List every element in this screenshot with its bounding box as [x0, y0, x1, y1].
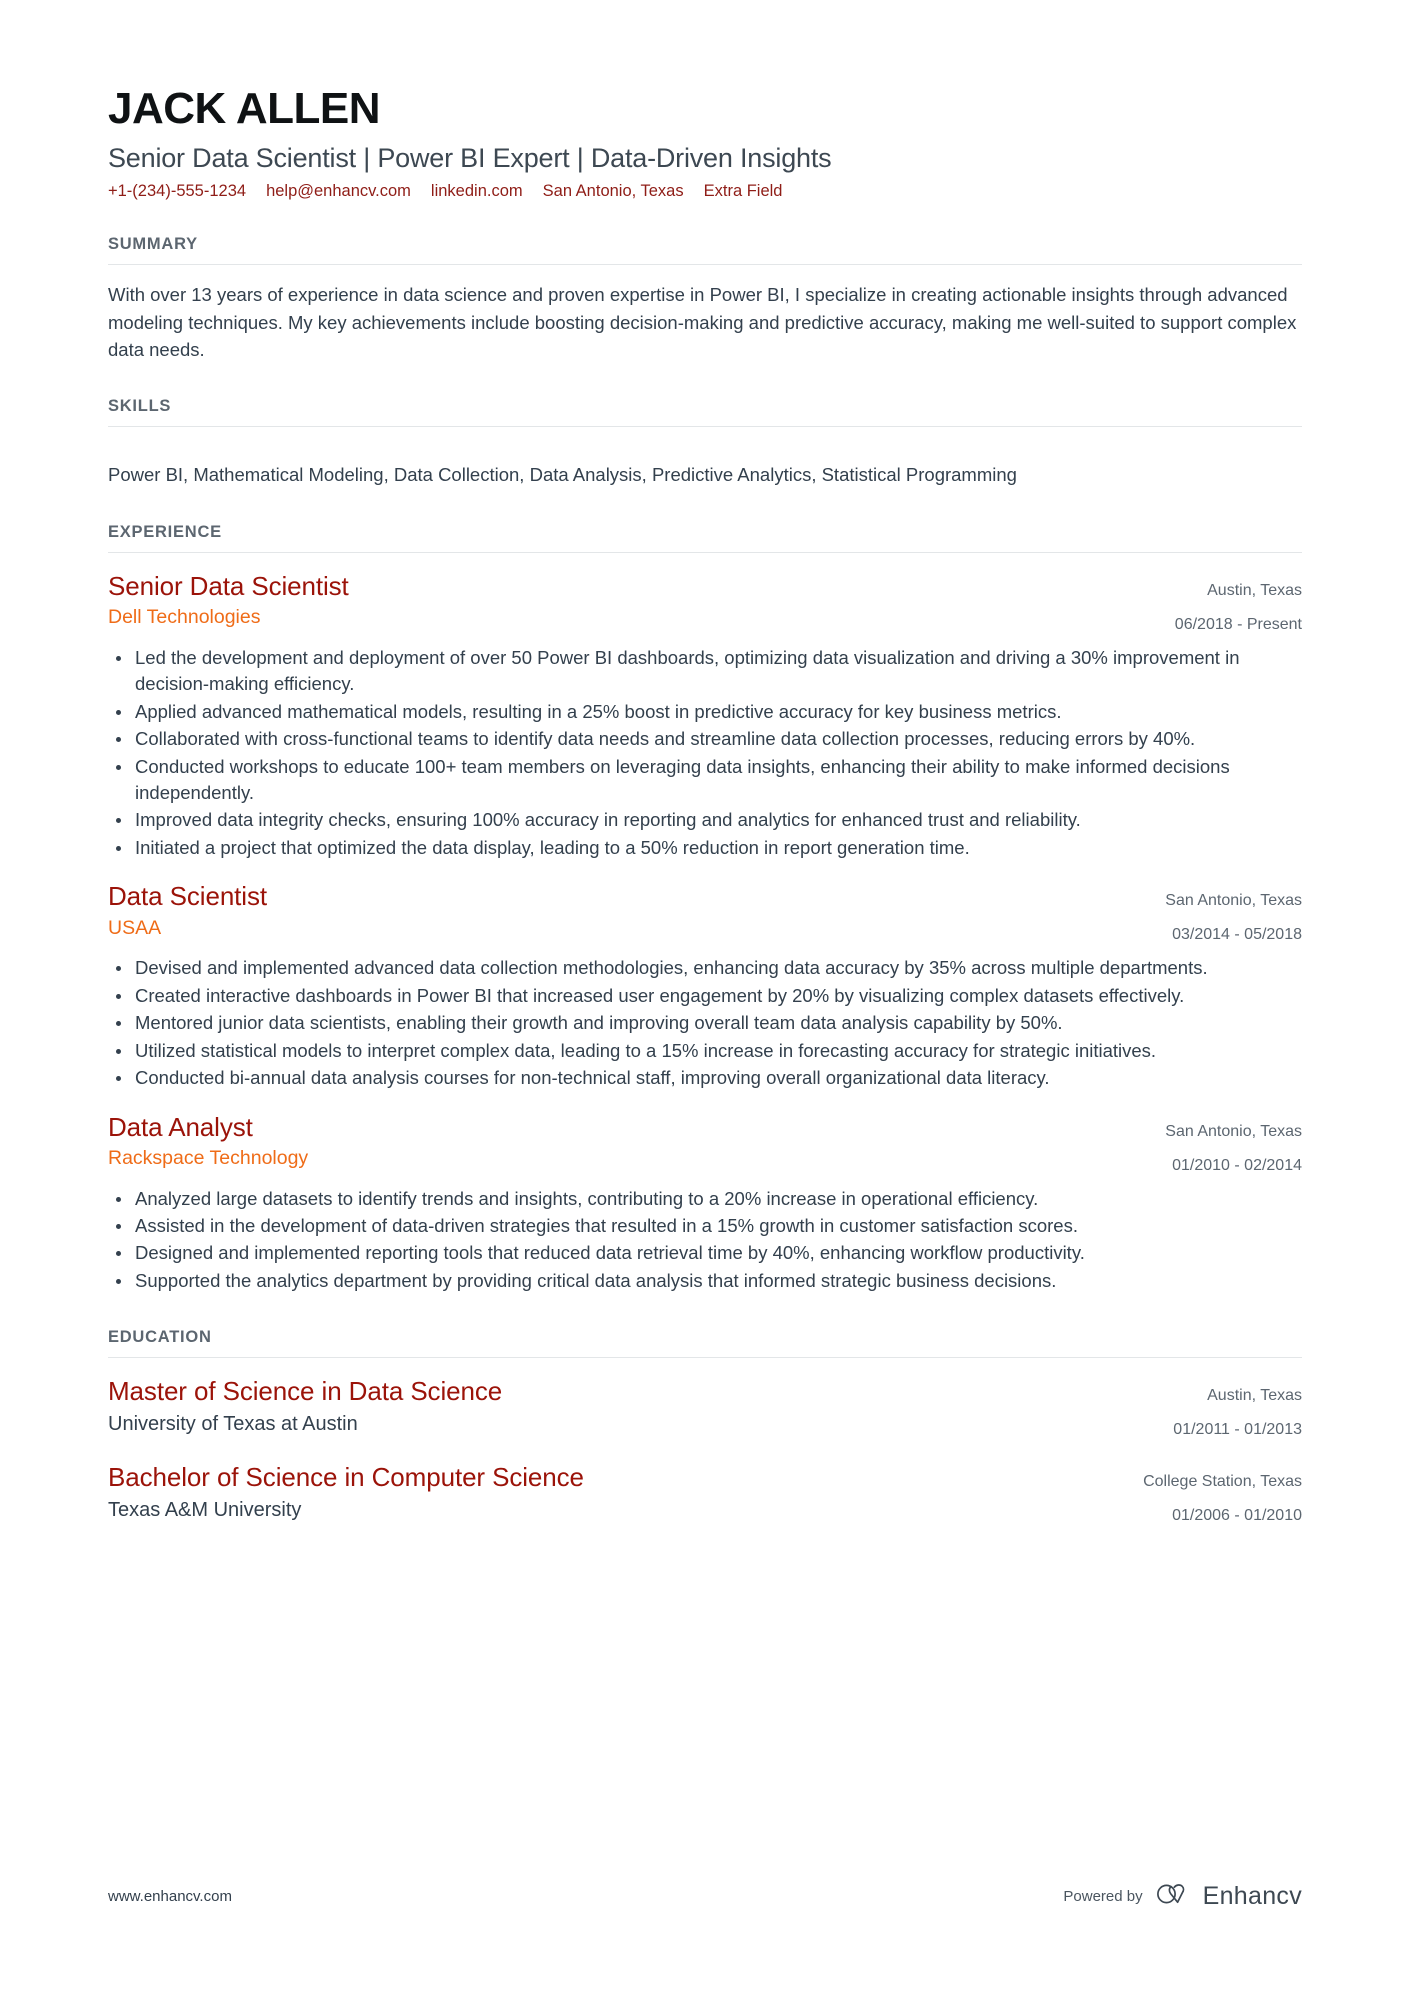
list-item: Assisted in the development of data-driv… [108, 1213, 1302, 1239]
experience-entry-main: Data Analyst Rackspace Technology [108, 1112, 1143, 1172]
experience-entry-meta: San Antonio, Texas 03/2014 - 05/2018 [1143, 881, 1302, 947]
experience-entry: Data Analyst Rackspace Technology San An… [108, 1112, 1302, 1295]
education-entry: Bachelor of Science in Computer Science … [108, 1462, 1302, 1528]
institution-name: University of Texas at Austin [108, 1413, 358, 1436]
page-title: JACK ALLEN [108, 84, 381, 133]
list-item: Supported the analytics department by pr… [108, 1268, 1302, 1294]
resume-sheet: JACK ALLEN Senior Data Scientist | Power… [108, 0, 1302, 1528]
job-dates: 03/2014 - 05/2018 [1172, 926, 1302, 944]
company-name: Rackspace Technology [108, 1147, 309, 1170]
summary-text: With over 13 years of experience in data… [108, 284, 1297, 360]
section-summary: SUMMARY With over 13 years of experience… [108, 235, 1302, 363]
experience-body: Senior Data Scientist Dell Technologies … [108, 553, 1302, 1295]
list-item: Collaborated with cross-functional teams… [108, 726, 1302, 752]
education-body: Master of Science in Data Science Univer… [108, 1358, 1302, 1528]
powered-by-label: Powered by [1063, 1888, 1143, 1905]
summary-body: With over 13 years of experience in data… [108, 265, 1302, 363]
company-name: Dell Technologies [108, 606, 261, 629]
education-entry-header: Bachelor of Science in Computer Science … [108, 1462, 1302, 1528]
job-bullet-list: Analyzed large datasets to identify tren… [108, 1186, 1302, 1295]
degree-title: Master of Science in Data Science [108, 1376, 503, 1407]
contact-linkedin[interactable]: linkedin.com [431, 182, 523, 201]
section-education: EDUCATION Master of Science in Data Scie… [108, 1328, 1302, 1528]
skills-body: Power BI, Mathematical Modeling, Data Co… [108, 427, 1302, 489]
list-item: Initiated a project that optimized the d… [108, 835, 1302, 861]
contact-email[interactable]: help@enhancv.com [266, 182, 411, 201]
experience-entry: Data Scientist USAA San Antonio, Texas 0… [108, 881, 1302, 1091]
section-title-education: EDUCATION [108, 1328, 1302, 1359]
list-item: Applied advanced mathematical models, re… [108, 699, 1302, 725]
experience-entry: Senior Data Scientist Dell Technologies … [108, 571, 1302, 862]
contact-row: +1-(234)-555-1234 help@enhancv.com linke… [108, 182, 1302, 201]
job-title: Senior Data Scientist [108, 570, 349, 601]
experience-entry-meta: San Antonio, Texas 01/2010 - 02/2014 [1143, 1112, 1302, 1178]
degree-dates: 01/2006 - 01/2010 [1172, 1507, 1302, 1525]
list-item: Created interactive dashboards in Power … [108, 983, 1302, 1009]
contact-location: San Antonio, Texas [542, 182, 684, 201]
list-item: Designed and implemented reporting tools… [108, 1240, 1302, 1266]
footer-brand-block: Powered by Enhancv [1063, 1882, 1302, 1911]
page-footer: www.enhancv.com Powered by Enhancv [108, 1882, 1302, 1911]
degree-dates: 01/2011 - 01/2013 [1173, 1421, 1302, 1439]
list-item: Led the development and deployment of ov… [108, 645, 1302, 698]
enhancv-infinity-logo-icon [1156, 1882, 1194, 1911]
section-title-skills: SKILLS [108, 397, 1302, 427]
list-item: Conducted bi-annual data analysis course… [108, 1065, 1302, 1091]
section-experience: EXPERIENCE Senior Data Scientist Dell Te… [108, 523, 1302, 1295]
contact-extra-field: Extra Field [703, 182, 783, 201]
brand-lockup: Enhancv [1156, 1882, 1302, 1911]
education-entry: Master of Science in Data Science Univer… [108, 1376, 1302, 1442]
company-name: USAA [108, 917, 162, 940]
experience-entry-header: Senior Data Scientist Dell Technologies … [108, 571, 1302, 637]
list-item: Utilized statistical models to interpret… [108, 1038, 1302, 1064]
section-title-summary: SUMMARY [108, 235, 1302, 266]
job-title: Data Analyst [108, 1111, 253, 1142]
education-entry-meta: College Station, Texas 01/2006 - 01/2010 [1121, 1462, 1302, 1528]
list-item: Devised and implemented advanced data co… [108, 955, 1302, 981]
job-location: Austin, Texas [1207, 581, 1302, 599]
degree-title: Bachelor of Science in Computer Science [108, 1462, 584, 1493]
experience-entry-main: Data Scientist USAA [108, 881, 1143, 941]
job-dates: 01/2010 - 02/2014 [1172, 1156, 1302, 1174]
footer-website-url[interactable]: www.enhancv.com [108, 1888, 232, 1905]
experience-entry-main: Senior Data Scientist Dell Technologies [108, 571, 1153, 631]
skills-list: Power BI, Mathematical Modeling, Data Co… [108, 463, 1017, 485]
education-entry-header: Master of Science in Data Science Univer… [108, 1376, 1302, 1442]
institution-name: Texas A&M University [108, 1499, 302, 1522]
brand-name: Enhancv [1202, 1882, 1302, 1910]
job-dates: 06/2018 - Present [1174, 615, 1302, 633]
resume-page: JACK ALLEN Senior Data Scientist | Power… [0, 0, 1410, 1995]
resume-header: JACK ALLEN Senior Data Scientist | Power… [108, 0, 1302, 201]
list-item: Analyzed large datasets to identify tren… [108, 1186, 1302, 1212]
job-bullet-list: Led the development and deployment of ov… [108, 645, 1302, 862]
job-title: Data Scientist [108, 881, 268, 912]
education-entry-main: Bachelor of Science in Computer Science … [108, 1462, 1121, 1523]
list-item: Mentored junior data scientists, enablin… [108, 1010, 1302, 1036]
list-item: Conducted workshops to educate 100+ team… [108, 754, 1302, 807]
job-location: San Antonio, Texas [1165, 892, 1302, 910]
section-title-experience: EXPERIENCE [108, 523, 1302, 553]
list-item: Improved data integrity checks, ensuring… [108, 807, 1302, 833]
job-bullet-list: Devised and implemented advanced data co… [108, 955, 1302, 1091]
experience-entry-header: Data Analyst Rackspace Technology San An… [108, 1112, 1302, 1178]
degree-location: Austin, Texas [1207, 1387, 1302, 1405]
education-entry-meta: Austin, Texas 01/2011 - 01/2013 [1151, 1376, 1302, 1442]
experience-entry-meta: Austin, Texas 06/2018 - Present [1153, 571, 1302, 637]
contact-phone[interactable]: +1-(234)-555-1234 [108, 182, 246, 201]
section-skills: SKILLS Power BI, Mathematical Modeling, … [108, 397, 1302, 489]
experience-entry-header: Data Scientist USAA San Antonio, Texas 0… [108, 881, 1302, 947]
education-entry-main: Master of Science in Data Science Univer… [108, 1376, 1151, 1437]
job-location: San Antonio, Texas [1165, 1122, 1302, 1140]
professional-headline: Senior Data Scientist | Power BI Expert … [108, 142, 832, 173]
degree-location: College Station, Texas [1143, 1473, 1302, 1491]
